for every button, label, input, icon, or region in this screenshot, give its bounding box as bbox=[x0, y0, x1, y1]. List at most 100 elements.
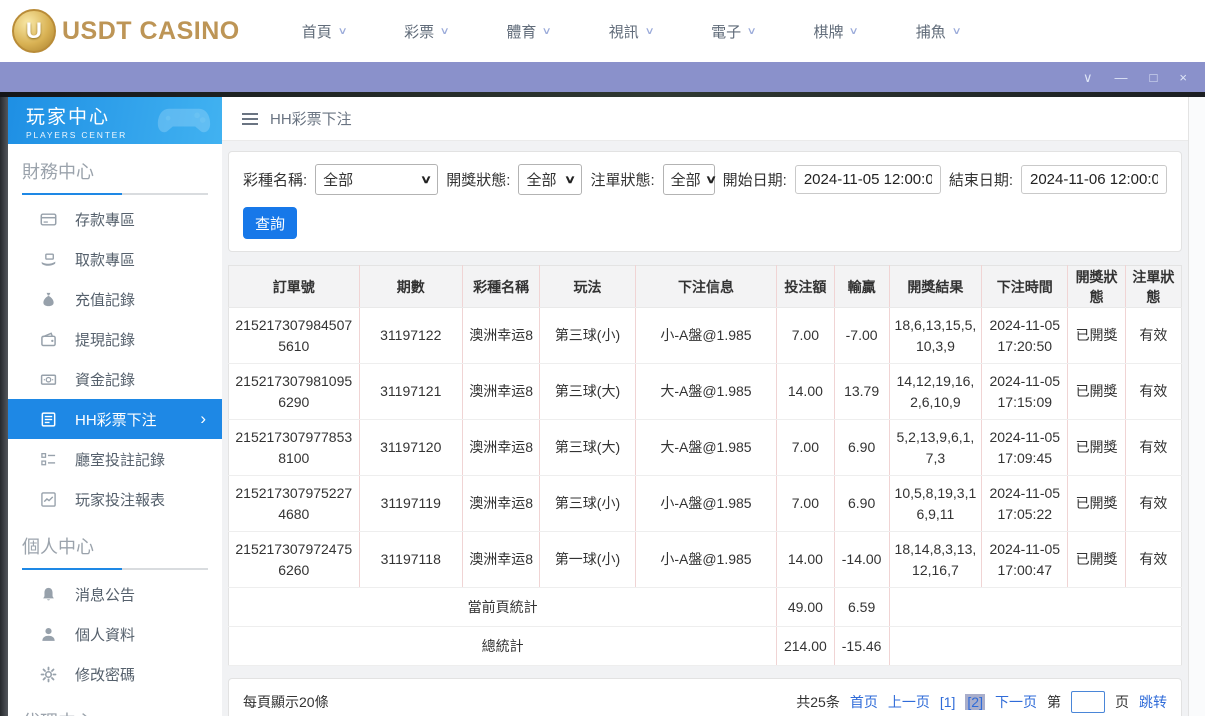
sidebar-item-修改密碼[interactable]: 修改密碼 bbox=[8, 654, 222, 694]
sidebar-item-玩家投注報表[interactable]: 玩家投注報表 bbox=[8, 479, 222, 519]
table-cell: 2152173079752274680 bbox=[229, 476, 360, 532]
search-button[interactable]: 查詢 bbox=[243, 207, 297, 239]
sidebar-item-個人資料[interactable]: 個人資料 bbox=[8, 614, 222, 654]
nav-item-label: 視訊 bbox=[609, 21, 639, 42]
players-center-banner: 玩家中心 PLAYERS CENTER bbox=[8, 97, 222, 144]
minimize-icon[interactable]: — bbox=[1115, 71, 1128, 84]
section-underline bbox=[22, 568, 208, 570]
summary-winloss-total: 6.59 bbox=[834, 588, 889, 627]
page-link-1[interactable]: [1] bbox=[940, 694, 956, 710]
column-header: 投注額 bbox=[777, 266, 834, 308]
start-date-input[interactable] bbox=[795, 165, 941, 194]
app-window: U USDT CASINO 首頁∨彩票∨體育∨視訊∨電子∨棋牌∨捕魚∨ ∨ — … bbox=[0, 0, 1205, 716]
sidebar-item-資金記錄[interactable]: 資金記錄 bbox=[8, 359, 222, 399]
lottery-doc-icon bbox=[40, 411, 57, 428]
table-cell: 31197119 bbox=[359, 476, 462, 532]
nav-item-label: 棋牌 bbox=[813, 21, 843, 42]
column-header: 期數 bbox=[359, 266, 462, 308]
filter-row: 彩種名稱: 全部 ∨ 開獎狀態: 全部 ∨ 注單狀態: 全部 ∨ bbox=[243, 164, 1167, 195]
left-edge-decoration bbox=[0, 97, 8, 716]
table-cell: 澳洲幸运8 bbox=[462, 364, 539, 420]
table-cell: -7.00 bbox=[834, 308, 889, 364]
chevron-down-icon: ∨ bbox=[440, 26, 450, 37]
nav-item-1[interactable]: 彩票 ∨ bbox=[404, 21, 448, 42]
table-cell: 7.00 bbox=[777, 420, 834, 476]
window-titlebar: ∨ — □ × bbox=[0, 62, 1205, 92]
sidebar-item-label: 修改密碼 bbox=[75, 664, 135, 685]
sidebar-item-存款專區[interactable]: 存款專區 bbox=[8, 199, 222, 239]
table-cell: 大-A盤@1.985 bbox=[635, 364, 777, 420]
table-cell: 18,6,13,15,5,10,3,9 bbox=[889, 308, 981, 364]
dropdown-icon[interactable]: ∨ bbox=[1083, 71, 1093, 84]
table-cell: 2024-11-05 17:05:22 bbox=[982, 476, 1068, 532]
pager: 共25条首页上一页[1][2]下一页第页跳转 bbox=[796, 691, 1167, 713]
main-nav: 首頁∨彩票∨體育∨視訊∨電子∨棋牌∨捕魚∨ bbox=[302, 21, 960, 42]
nav-item-3[interactable]: 視訊∨ bbox=[609, 21, 653, 42]
table-cell: 2024-11-05 17:09:45 bbox=[982, 420, 1068, 476]
table-cell: 有效 bbox=[1125, 308, 1181, 364]
sidebar-item-label: 資金記錄 bbox=[75, 369, 135, 390]
table-cell: 2152173079845075610 bbox=[229, 308, 360, 364]
nav-item-label: 首頁 bbox=[302, 21, 332, 42]
section-underline bbox=[22, 193, 208, 195]
pagination-bar: 每頁顯示20條 共25条首页上一页[1][2]下一页第页跳转 bbox=[228, 678, 1182, 716]
chevron-down-icon: ∨ bbox=[542, 26, 552, 37]
site-logo[interactable]: U USDT CASINO bbox=[12, 9, 240, 53]
jump-page-input[interactable] bbox=[1071, 691, 1105, 713]
sidebar-item-label: 消息公告 bbox=[75, 584, 135, 605]
maximize-icon[interactable]: □ bbox=[1150, 71, 1158, 84]
sidebar-item-充值記錄[interactable]: 充值記錄 bbox=[8, 279, 222, 319]
column-header: 彩種名稱 bbox=[462, 266, 539, 308]
next-page-link[interactable]: 下一页 bbox=[995, 692, 1037, 712]
site-header: U USDT CASINO 首頁∨彩票∨體育∨視訊∨電子∨棋牌∨捕魚∨ bbox=[0, 0, 1205, 62]
column-header: 輸贏 bbox=[834, 266, 889, 308]
sidebar-item-label: 玩家投注報表 bbox=[75, 489, 165, 510]
deposit-card-icon bbox=[40, 211, 57, 228]
sidebar-item-HH彩票下注[interactable]: HH彩票下注› bbox=[8, 399, 222, 439]
table-cell: 澳洲幸运8 bbox=[462, 420, 539, 476]
table-row: 215217307981095629031197121澳洲幸运8第三球(大)大-… bbox=[229, 364, 1182, 420]
table-cell: 第三球(大) bbox=[540, 420, 635, 476]
sidebar-item-label: HH彩票下注 bbox=[75, 409, 157, 430]
table-cell: 已開獎 bbox=[1068, 420, 1125, 476]
table-cell: 大-A盤@1.985 bbox=[635, 420, 777, 476]
table-cell: 小-A盤@1.985 bbox=[635, 532, 777, 588]
nav-item-4[interactable]: 電子∨ bbox=[711, 21, 755, 42]
order-status-value: 全部 bbox=[671, 169, 701, 190]
close-icon[interactable]: × bbox=[1179, 71, 1187, 84]
chevron-down-icon: ∨ bbox=[420, 173, 432, 186]
lottery-name-value: 全部 bbox=[323, 169, 353, 190]
first-page-link[interactable]: 首页 bbox=[850, 692, 878, 712]
table-cell: 第三球(小) bbox=[540, 308, 635, 364]
order-status-label: 注單狀態: bbox=[590, 169, 654, 190]
nav-item-2[interactable]: 體育∨ bbox=[506, 21, 550, 42]
end-date-input[interactable] bbox=[1021, 165, 1167, 194]
table-cell: 2152173079778538100 bbox=[229, 420, 360, 476]
nav-item-5[interactable]: 棋牌∨ bbox=[813, 21, 857, 42]
summary-row: 當前頁統計49.006.59 bbox=[229, 588, 1182, 627]
table-cell: 2152173079810956290 bbox=[229, 364, 360, 420]
menu-icon[interactable] bbox=[242, 118, 258, 120]
nav-item-label: 彩票 bbox=[404, 21, 434, 42]
table-cell: 已開獎 bbox=[1068, 532, 1125, 588]
lottery-name-select[interactable]: 全部 ∨ bbox=[315, 164, 438, 195]
section-title-2: 代理中心 bbox=[22, 708, 208, 716]
nav-item-6[interactable]: 捕魚∨ bbox=[916, 21, 960, 42]
table-cell: 7.00 bbox=[777, 308, 834, 364]
column-header: 訂單號 bbox=[229, 266, 360, 308]
sidebar-item-label: 廳室投註記錄 bbox=[75, 449, 165, 470]
sidebar-item-廳室投註記錄[interactable]: 廳室投註記錄 bbox=[8, 439, 222, 479]
sidebar-item-消息公告[interactable]: 消息公告 bbox=[8, 574, 222, 614]
order-status-select[interactable]: 全部 ∨ bbox=[663, 164, 715, 195]
prev-page-link[interactable]: 上一页 bbox=[888, 692, 930, 712]
column-header: 開獎結果 bbox=[889, 266, 981, 308]
gear-icon bbox=[40, 666, 57, 683]
table-cell: 2024-11-05 17:15:09 bbox=[982, 364, 1068, 420]
nav-item-0[interactable]: 首頁∨ bbox=[302, 21, 346, 42]
summary-bet-total: 214.00 bbox=[777, 627, 834, 666]
jump-suffix-label: 页 bbox=[1115, 692, 1129, 712]
draw-status-select[interactable]: 全部 ∨ bbox=[518, 164, 582, 195]
jump-button[interactable]: 跳转 bbox=[1139, 692, 1167, 712]
sidebar-item-取款專區[interactable]: 取款專區 bbox=[8, 239, 222, 279]
sidebar-item-提現記錄[interactable]: 提現記錄 bbox=[8, 319, 222, 359]
